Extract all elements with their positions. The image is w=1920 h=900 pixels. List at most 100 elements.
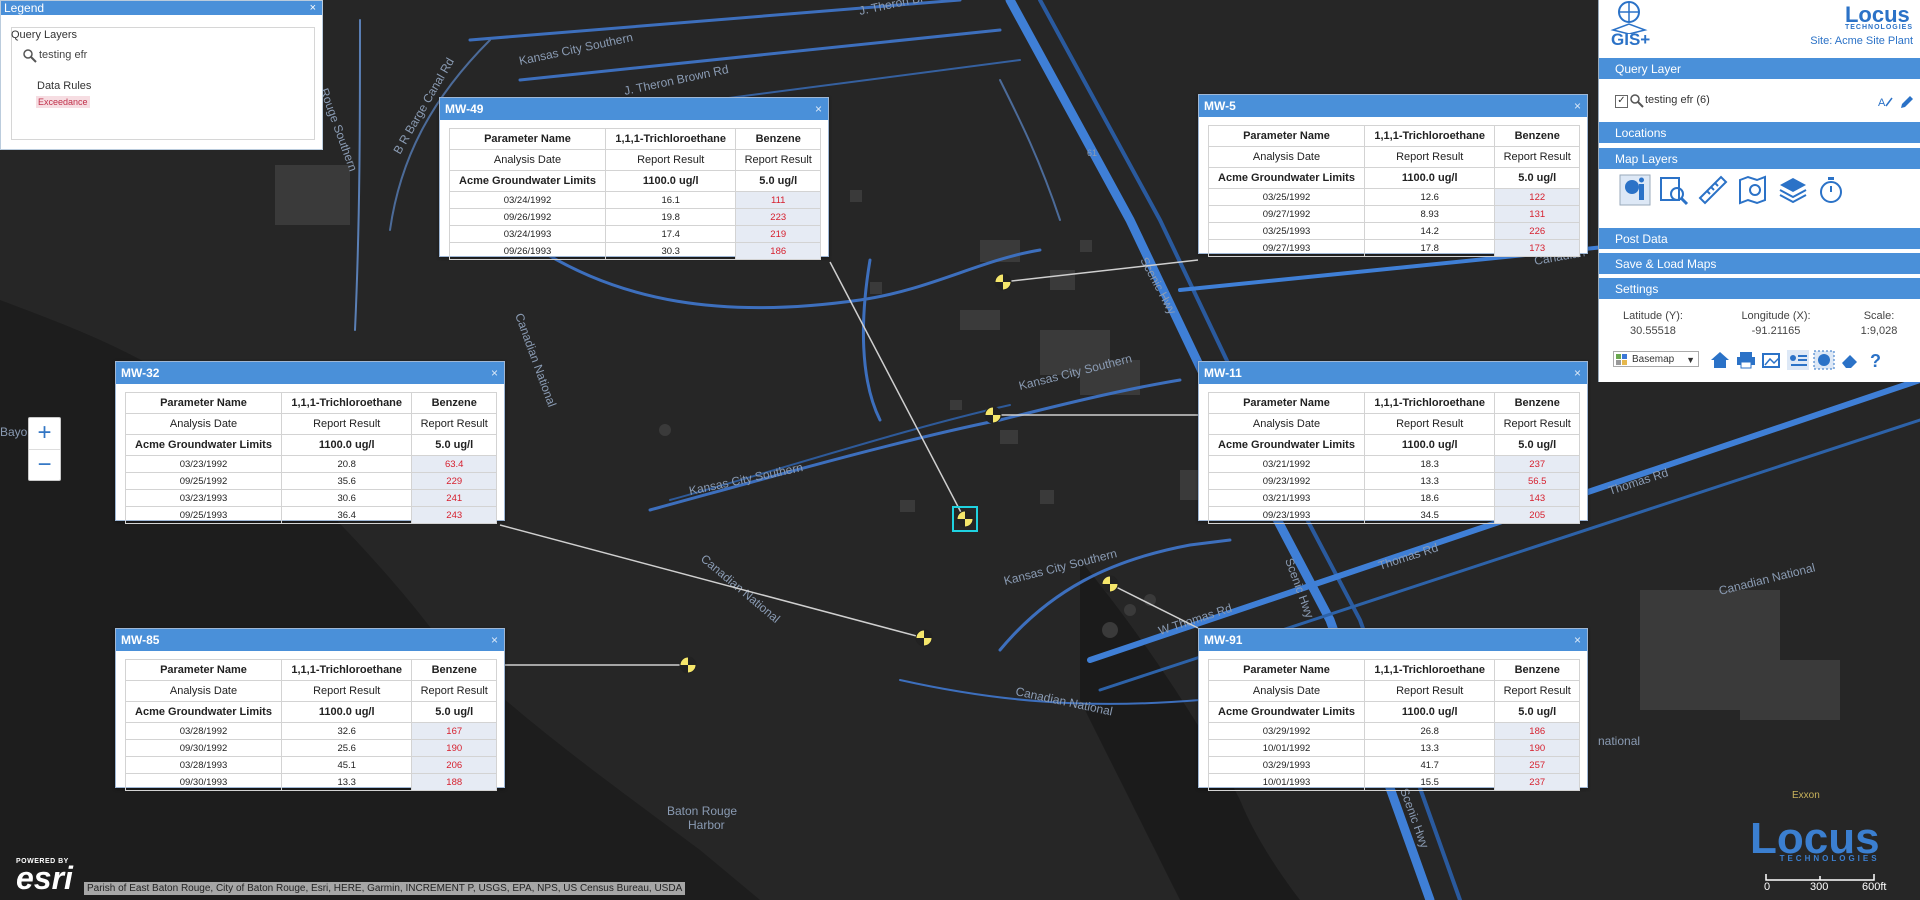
table-header-cell: 1100.0 ug/l [1363,701,1496,723]
label-style-icon[interactable]: A [1877,94,1893,110]
table-row: 03/25/1993 14.2 226 [1208,222,1580,240]
popup-header[interactable]: MW-5 × [1199,95,1587,117]
query-layer-checkbox[interactable]: ✓ [1615,95,1628,108]
section-map-layers[interactable]: Map Layers [1599,148,1920,170]
edit-pencil-icon[interactable] [1899,94,1915,110]
table-header-row: Analysis Date Report Result Report Result [125,680,497,702]
table-header-cell: Report Result [1494,146,1580,168]
well-marker-mw-5[interactable] [994,273,1012,291]
scale-mid: 300 [1810,881,1829,893]
well-marker-mw-32[interactable] [915,629,933,647]
table-cell: 188 [411,773,497,791]
table-header-cell: Acme Groundwater Limits [125,434,282,456]
table-header-cell: Analysis Date [1208,146,1365,168]
table-cell: 09/23/1993 [1208,506,1365,524]
popup-header[interactable]: MW-91 × [1199,629,1587,651]
table-row: 09/25/1992 35.6 229 [125,472,497,490]
section-locations[interactable]: Locations [1599,122,1920,144]
layers-stack-icon[interactable] [1777,174,1809,206]
table-header-cell: Benzene [735,128,821,150]
identify-info-icon[interactable] [1619,174,1651,206]
table-cell: 30.6 [280,489,413,507]
table-header-cell: Parameter Name [1208,125,1365,147]
table-cell: 143 [1494,489,1580,507]
section-post-data[interactable]: Post Data [1599,228,1920,250]
popup-title: MW-5 [1204,99,1236,113]
well-marker-mw-11[interactable] [984,406,1002,424]
select-circle-icon[interactable] [1813,350,1835,370]
popup-close-icon[interactable]: × [815,98,822,120]
table-cell: 15.5 [1363,773,1496,791]
legend-close-icon[interactable]: × [310,1,316,15]
table-header-cell: 1,1,1-Trichloroethane [1363,392,1496,414]
table-cell: 229 [411,472,497,490]
table-header-cell: 5.0 ug/l [411,701,497,723]
measure-ruler-icon[interactable] [1697,174,1729,206]
popup-close-icon[interactable]: × [491,629,498,651]
globe-icon [1610,1,1648,35]
popup-close-icon[interactable]: × [1574,362,1581,384]
locus-brand: Locus TECHNOLOGIES [1845,2,1913,31]
table-header-cell: Report Result [1363,413,1496,435]
table-header-cell: Benzene [1494,659,1580,681]
table-cell: 63.4 [411,455,497,473]
legend-toggle-icon[interactable] [1787,350,1809,370]
popup-header[interactable]: MW-32 × [116,362,504,384]
export-image-icon[interactable] [1761,350,1783,370]
legend-title: Legend [4,1,45,15]
popup-mw-85: MW-85 × Parameter Name 1,1,1-Trichloroethan… [115,628,505,791]
svg-text:?: ? [1870,351,1881,370]
section-save-load-maps[interactable]: Save & Load Maps [1599,253,1920,275]
help-icon[interactable]: ? [1865,350,1887,370]
zoom-control: + − [28,417,61,481]
table-cell: 205 [1494,506,1580,524]
print-icon[interactable] [1735,350,1757,370]
table-header-cell: 1100.0 ug/l [280,434,413,456]
section-query-layer[interactable]: Query Layer [1599,58,1920,80]
popup-close-icon[interactable]: × [1574,95,1581,117]
popup-title: MW-49 [445,102,484,116]
table-header-cell: 5.0 ug/l [411,434,497,456]
table-cell: 03/28/1992 [125,722,282,740]
popup-header[interactable]: MW-85 × [116,629,504,651]
popup-header[interactable]: MW-49 × [440,98,828,120]
home-icon[interactable] [1709,350,1731,370]
gis-plus-logo: GIS+ [1609,0,1657,52]
svg-text:national: national [1598,734,1640,748]
query-layer-name: testing efr (6) [1645,94,1710,106]
site-name[interactable]: Site: Acme Site Plant [1810,35,1913,47]
section-settings[interactable]: Settings [1599,278,1920,300]
popup-header[interactable]: MW-11 × [1199,362,1587,384]
well-marker-mw-49-selected[interactable] [952,506,978,532]
search-data-icon[interactable] [1657,174,1689,206]
eraser-icon[interactable] [1839,350,1861,370]
table-row: 03/28/1993 45.1 206 [125,756,497,774]
table-row: 03/21/1993 18.6 143 [1208,489,1580,507]
table-cell: 03/23/1992 [125,455,282,473]
zoom-in-button[interactable]: + [29,418,60,449]
esri-wordmark: esri [16,860,73,896]
table-cell: 25.6 [280,739,413,757]
table-row: 03/24/1993 17.4 219 [449,225,821,243]
basemap-select[interactable]: Basemap ▼ [1613,351,1699,367]
table-cell: 09/25/1992 [125,472,282,490]
well-marker-mw-91[interactable] [1101,575,1119,593]
map-search-icon[interactable] [1737,174,1769,206]
table-cell: 223 [735,208,821,226]
zoom-out-button[interactable]: − [29,450,60,481]
timer-icon[interactable] [1815,174,1847,206]
scale-value: 1:9,028 [1860,325,1898,337]
legend-header: Legend × [1,1,322,15]
table-cell: 257 [1494,756,1580,774]
table-cell: 03/21/1993 [1208,489,1365,507]
table-cell: 167 [411,722,497,740]
table-cell: 14.2 [1363,222,1496,240]
well-marker-mw-85[interactable] [679,656,697,674]
popup-close-icon[interactable]: × [1574,629,1581,651]
map-attribution[interactable]: Parish of East Baton Rouge, City of Bato… [84,882,686,895]
popup-mw-5: MW-5 × Parameter Name 1,1,1-Trichloroethane… [1198,94,1588,257]
chevron-down-icon: ▼ [1686,355,1695,365]
table-cell: 122 [1494,188,1580,206]
popup-close-icon[interactable]: × [491,362,498,384]
popup-results-table: Parameter Name 1,1,1-Trichloroethane Benze… [449,128,821,260]
